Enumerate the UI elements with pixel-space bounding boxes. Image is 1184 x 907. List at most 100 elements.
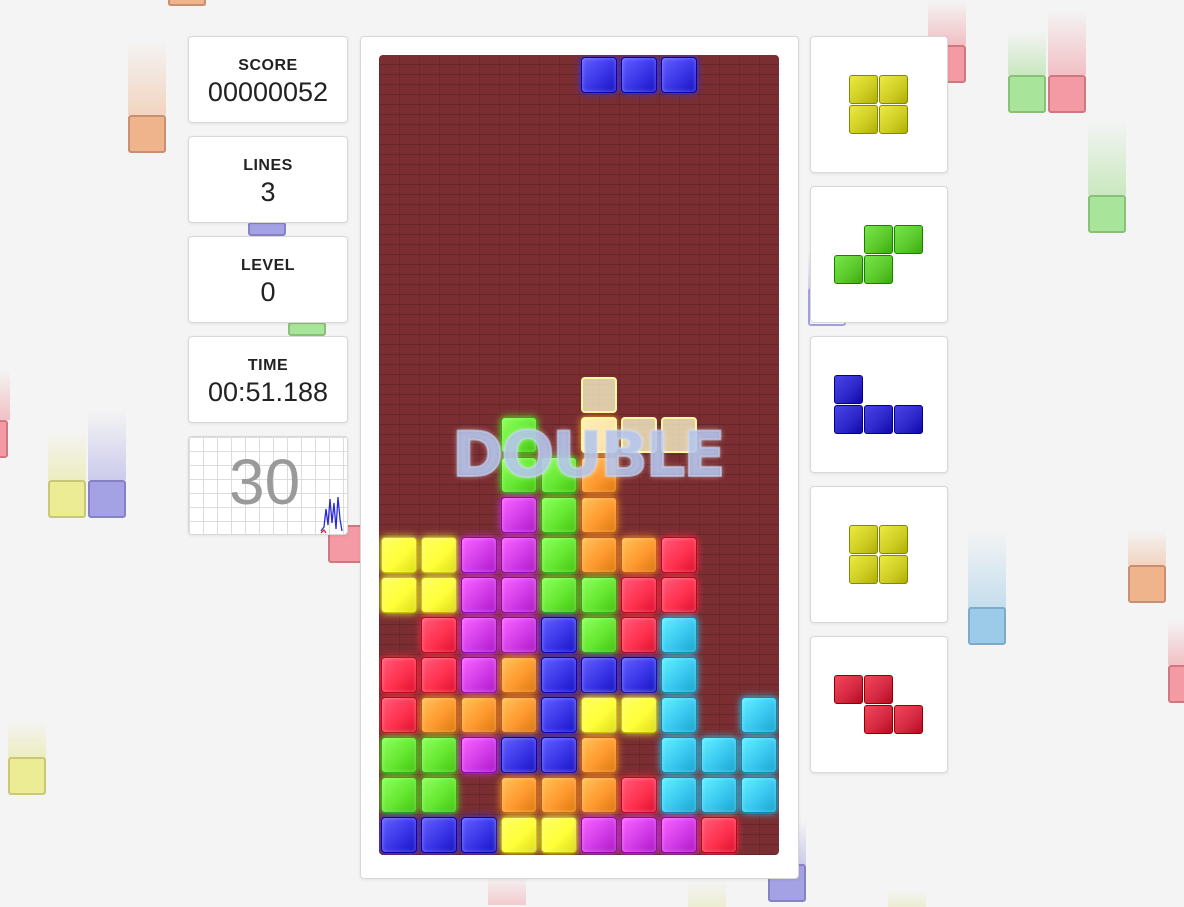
next-piece-cell bbox=[894, 704, 923, 734]
bg-block bbox=[8, 757, 46, 795]
board-cell bbox=[501, 537, 537, 573]
board-cell bbox=[621, 777, 657, 813]
board-cell bbox=[741, 697, 777, 733]
board-cell bbox=[661, 617, 697, 653]
board-cell bbox=[701, 817, 737, 853]
board-cell bbox=[541, 497, 577, 533]
board-cell bbox=[621, 537, 657, 573]
fps-meter: 30 bbox=[188, 436, 348, 535]
bg-block bbox=[968, 607, 1006, 645]
board-cell bbox=[381, 657, 417, 693]
next-piece-cell bbox=[864, 254, 893, 284]
active-piece-cell bbox=[581, 57, 617, 93]
bg-block bbox=[1008, 75, 1046, 113]
active-piece-cell bbox=[661, 57, 697, 93]
bg-block bbox=[1128, 565, 1166, 603]
board-cell bbox=[541, 457, 577, 493]
time-value: 00:51.188 bbox=[207, 377, 329, 407]
board-cell bbox=[701, 737, 737, 773]
bg-block bbox=[88, 480, 126, 518]
score-label: SCORE bbox=[238, 57, 298, 74]
next-piece-cell bbox=[879, 74, 908, 104]
bg-block bbox=[248, 222, 286, 236]
bg-block bbox=[288, 322, 326, 336]
next-piece-cell bbox=[894, 404, 923, 434]
fps-value: 30 bbox=[229, 446, 301, 518]
board-cell bbox=[381, 577, 417, 613]
board-cell bbox=[541, 737, 577, 773]
board-cell bbox=[581, 777, 617, 813]
board-cell bbox=[501, 697, 537, 733]
board-cell bbox=[661, 537, 697, 573]
board-cell bbox=[621, 617, 657, 653]
next-piece-cell bbox=[894, 224, 923, 254]
bg-block bbox=[0, 420, 8, 458]
ghost-cell bbox=[661, 417, 697, 453]
board-cell bbox=[581, 617, 617, 653]
score-value: 00000052 bbox=[207, 77, 329, 107]
board-cell bbox=[541, 697, 577, 733]
board-cell bbox=[461, 737, 497, 773]
next-piece-cell bbox=[849, 104, 878, 134]
board-cell bbox=[501, 777, 537, 813]
board-cell bbox=[501, 457, 537, 493]
board-cell bbox=[381, 537, 417, 573]
next-piece-4 bbox=[810, 486, 948, 623]
bg-block bbox=[1088, 195, 1126, 233]
bg-block bbox=[1048, 75, 1086, 113]
board-cell bbox=[381, 817, 417, 853]
board-cell bbox=[621, 577, 657, 613]
next-piece-cell bbox=[849, 74, 878, 104]
next-piece-1 bbox=[810, 36, 948, 173]
board-cell bbox=[421, 617, 457, 653]
board-cell bbox=[661, 577, 697, 613]
board-cell bbox=[461, 817, 497, 853]
next-piece-cell bbox=[834, 374, 863, 404]
next-piece-2 bbox=[810, 186, 948, 323]
next-piece-cell bbox=[834, 674, 863, 704]
board-cell bbox=[421, 537, 457, 573]
board-cell bbox=[661, 737, 697, 773]
board-cell bbox=[621, 817, 657, 853]
board-cell bbox=[581, 817, 617, 853]
active-piece-cell bbox=[621, 57, 657, 93]
next-piece-cell bbox=[864, 704, 893, 734]
next-piece-cell bbox=[879, 554, 908, 584]
board-cell bbox=[381, 697, 417, 733]
next-piece-5 bbox=[810, 636, 948, 773]
board-cell bbox=[741, 777, 777, 813]
board-cell bbox=[501, 657, 537, 693]
board-cell bbox=[541, 617, 577, 653]
board-cell bbox=[421, 657, 457, 693]
time-panel: TIME 00:51.188 bbox=[188, 336, 348, 423]
level-panel: LEVEL 0 bbox=[188, 236, 348, 323]
board-cell bbox=[381, 737, 417, 773]
next-piece-cell bbox=[879, 524, 908, 554]
board-cell bbox=[581, 537, 617, 573]
board-cell bbox=[461, 697, 497, 733]
board-cell bbox=[741, 737, 777, 773]
fps-graph bbox=[320, 496, 343, 534]
level-label: LEVEL bbox=[240, 257, 296, 274]
lines-value: 3 bbox=[260, 177, 276, 207]
board-cell bbox=[581, 737, 617, 773]
board-cell bbox=[661, 817, 697, 853]
board-cell bbox=[581, 497, 617, 533]
board-cell bbox=[461, 657, 497, 693]
ghost-cell bbox=[581, 417, 617, 453]
bg-block bbox=[168, 0, 206, 6]
board-cell bbox=[421, 777, 457, 813]
next-piece-cell bbox=[834, 254, 863, 284]
next-piece-cell bbox=[879, 104, 908, 134]
time-label: TIME bbox=[247, 357, 289, 374]
board-cell bbox=[541, 577, 577, 613]
score-panel: SCORE 00000052 bbox=[188, 36, 348, 123]
bg-block bbox=[128, 115, 166, 153]
board-cell bbox=[501, 817, 537, 853]
board-cell bbox=[501, 577, 537, 613]
board-cell bbox=[541, 817, 577, 853]
board-cell bbox=[581, 697, 617, 733]
board-cell bbox=[701, 777, 737, 813]
lines-panel: LINES 3 bbox=[188, 136, 348, 223]
board-cell bbox=[541, 537, 577, 573]
